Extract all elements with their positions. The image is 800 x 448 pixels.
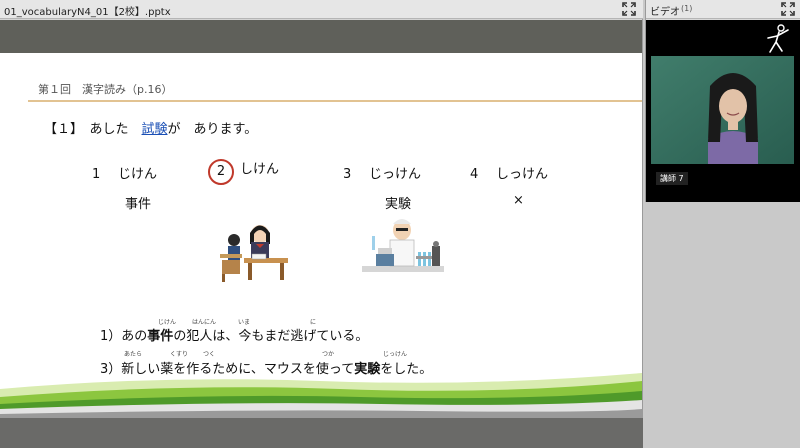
example-sentence-1: 1）あの事件の犯人は、今もまだ逃げている。 — [100, 325, 368, 344]
choice-1-kanji: 事件 — [125, 197, 152, 212]
slide-header-band — [0, 20, 642, 53]
slide-divider — [28, 100, 642, 102]
participant-name: 講師 7 — [656, 172, 688, 185]
ruby-tsuka: つか — [322, 351, 335, 358]
choice-3: 3 じっけん — [343, 163, 421, 182]
video-feed[interactable]: 講師 7 — [646, 20, 800, 202]
video-title: ビデオ — [650, 7, 680, 18]
choice-4-mark: × — [513, 193, 524, 208]
choice-number-circled: 2 — [208, 159, 234, 185]
choice-reading: じけん — [118, 167, 158, 182]
expand-icon[interactable] — [781, 2, 795, 16]
choice-4: 4 しっけん — [470, 163, 548, 182]
choice-reading: しっけん — [496, 167, 549, 182]
sentence-number: 1） — [100, 329, 122, 344]
presentation-title: 01_vocabularyN4_01【2校】.pptx — [4, 7, 171, 18]
experiment-scientist-illustration — [362, 219, 444, 272]
sentence-part: あの — [121, 329, 148, 344]
presentation-window: 01_vocabularyN4_01【2校】.pptx 第１回 漢字読み（p.1… — [0, 0, 643, 448]
sentence-keyword: 事件 — [147, 329, 174, 344]
expand-icon[interactable] — [622, 2, 636, 16]
choice-number: 1 — [92, 167, 101, 182]
sentence-part: の犯人は、今もまだ逃げている。 — [173, 329, 369, 344]
question-keyword: 試験 — [141, 122, 168, 137]
ruby-atara: あたら — [124, 351, 143, 358]
ruby-tsuku: つく — [203, 351, 216, 358]
choice-1: 1 じけん — [92, 163, 157, 182]
exam-students-illustration — [220, 225, 288, 282]
video-panel: ビデオ (1) 講師 7 — [645, 0, 800, 202]
choice-reading: じっけん — [369, 167, 422, 182]
presentation-footer-bar — [0, 418, 643, 448]
slide-green-wave — [0, 373, 642, 418]
question-suffix: が あります。 — [167, 122, 258, 137]
presentation-titlebar: 01_vocabularyN4_01【2校】.pptx — [0, 0, 643, 19]
video-count: (1) — [681, 4, 693, 13]
question-text: 【１】 あした 試験が あります。 — [44, 118, 257, 137]
figure-logo-icon — [767, 24, 789, 53]
video-titlebar: ビデオ (1) — [646, 0, 800, 19]
slide: 第１回 漢字読み（p.16） 【１】 あした 試験が あります。 1 じけん 2し… — [0, 20, 642, 418]
choice-reading: しけん — [240, 162, 280, 177]
slide-subtitle: 第１回 漢字読み（p.16） — [38, 83, 173, 96]
choice-3-kanji: 実験 — [385, 197, 412, 212]
choice-number: 3 — [343, 167, 352, 182]
choice-2: 2 しけん — [208, 159, 279, 185]
ruby-jikken: じっけん — [383, 351, 408, 358]
choice-number: 4 — [470, 167, 479, 182]
question-prefix: 【１】 あした — [44, 122, 142, 137]
ruby-kusuri: くすり — [170, 351, 189, 358]
